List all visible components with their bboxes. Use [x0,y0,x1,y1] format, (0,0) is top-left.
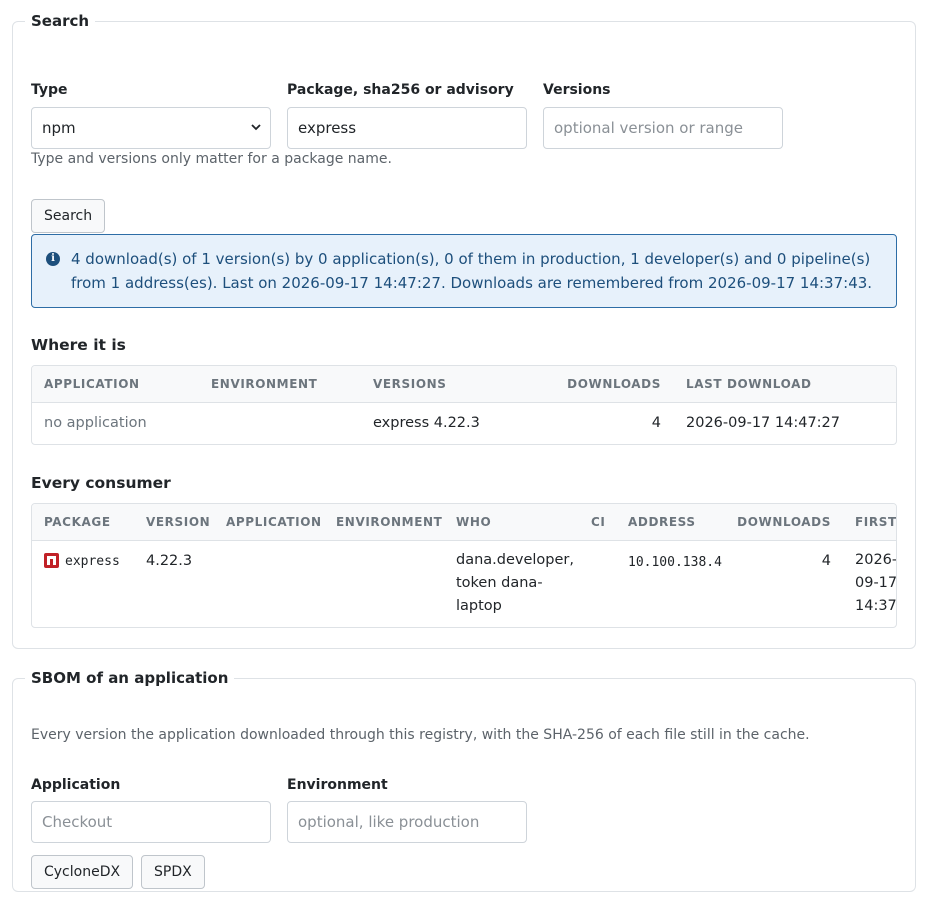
col-downloads: DOWNLOADS [567,377,661,391]
versions-label: Versions [543,82,611,98]
col-versions: VERSIONS [373,377,447,391]
type-select-value: npm [42,119,76,137]
cell-last-download: 2026-09-17 14:47:27 [686,415,840,431]
col-environment: ENVIRONMENT [336,515,443,529]
alert-text: 4 download(s) of 1 version(s) by 0 appli… [71,250,873,292]
cell-downloads: 4 [821,553,831,569]
consumers-table-header: PACKAGE VERSION APPLICATION ENVIRONMENT … [32,504,896,541]
consumers-table[interactable]: PACKAGE VERSION APPLICATION ENVIRONMENT … [31,503,897,628]
environment-input[interactable]: optional, like production [287,801,527,843]
col-address: ADDRESS [628,515,696,529]
cell-version: 4.22.3 [146,553,193,569]
cell-address: 10.100.138.4 [628,555,722,570]
where-table-header: APPLICATION ENVIRONMENT VERSIONS DOWNLOA… [32,366,896,403]
col-environment: ENVIRONMENT [211,377,318,391]
application-input[interactable]: Checkout [31,801,271,843]
col-application: APPLICATION [226,515,322,529]
download-summary-alert: i 4 download(s) of 1 version(s) by 0 app… [31,234,897,308]
col-application: APPLICATION [44,377,140,391]
cell-who: dana.developer, token dana-laptop [456,552,574,614]
cell-versions: express 4.22.3 [373,415,480,431]
package-input[interactable]: express [287,107,527,149]
where-table: APPLICATION ENVIRONMENT VERSIONS DOWNLOA… [31,365,897,445]
search-button[interactable]: Search [31,199,106,233]
col-who: WHO [456,515,492,529]
search-legend: Search [31,12,90,30]
search-help-text: Type and versions only matter for a pack… [31,151,392,167]
environment-label: Environment [287,777,388,793]
col-first: FIRST [855,515,897,529]
application-label: Application [31,777,121,793]
consumers-heading: Every consumer [31,474,171,492]
search-panel: Search Type npm Package, sha256 or advis… [12,12,916,649]
info-icon: i [46,252,60,266]
cyclonedx-button[interactable]: CycloneDX [31,855,134,889]
col-version: VERSION [146,515,211,529]
col-downloads: DOWNLOADS [737,515,831,529]
chevron-down-icon [251,124,261,131]
type-label: Type [31,82,68,98]
sbom-legend: SBOM of an application [31,669,229,687]
col-ci: CI [591,515,606,529]
npm-icon [44,553,59,568]
cell-downloads: 4 [651,415,661,431]
sbom-description: Every version the application downloaded… [31,727,810,743]
col-last-download: LAST DOWNLOAD [686,377,812,391]
cell-application: no application [44,415,147,431]
col-package: PACKAGE [44,515,111,529]
where-heading: Where it is [31,336,126,354]
versions-input[interactable]: optional version or range [543,107,783,149]
sbom-panel: SBOM of an application Every version the… [12,669,916,892]
cell-package: express [65,554,120,569]
cell-first: 2026-09-17 14:37: [855,552,897,614]
package-label: Package, sha256 or advisory [287,82,514,98]
type-select[interactable]: npm [31,107,271,149]
spdx-button[interactable]: SPDX [141,855,205,889]
